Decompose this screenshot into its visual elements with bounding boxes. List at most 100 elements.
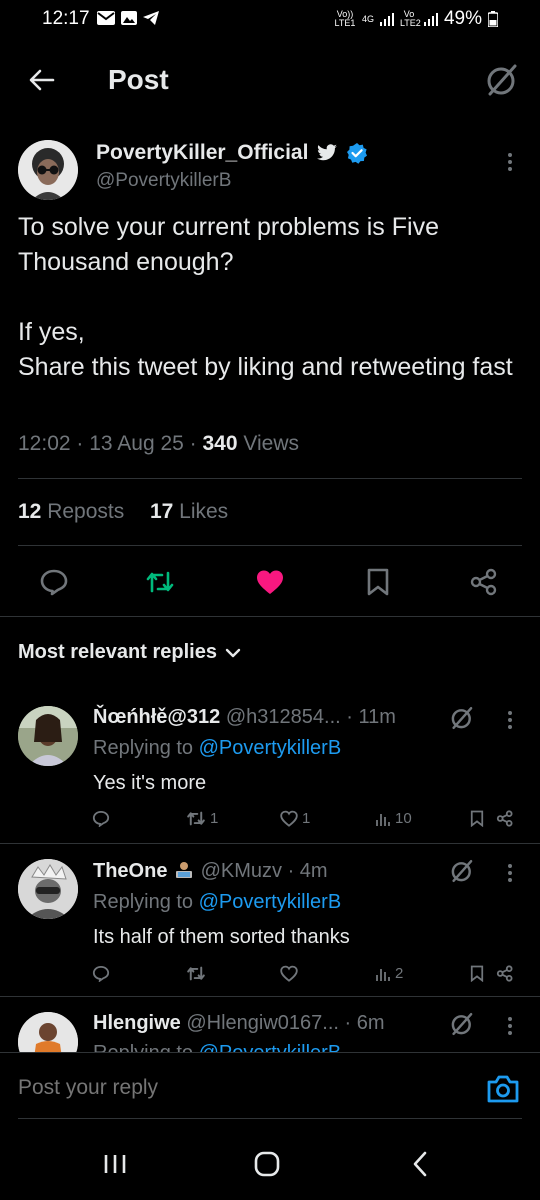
replying-to-link[interactable]: @PovertykillerB — [199, 1042, 342, 1052]
replying-to: Replying to @PovertykillerB — [93, 1042, 341, 1052]
reply-reply-button[interactable] — [92, 965, 110, 982]
share-icon — [496, 810, 513, 827]
reply-author-handle: @h312854... — [225, 706, 341, 728]
replying-prefix: Replying to — [93, 1042, 193, 1052]
divider — [0, 616, 540, 617]
bookmark-icon — [367, 568, 389, 596]
reply-avatar[interactable] — [18, 706, 78, 766]
top-app-bar: Post — [0, 48, 540, 112]
reply-header: Hlengiwe @Hlengiw0167... · 6m — [93, 1012, 385, 1035]
recent-apps-button[interactable] — [100, 1150, 130, 1178]
author-handle[interactable]: @PovertykillerB — [96, 170, 231, 192]
reply-avatar[interactable] — [18, 1012, 78, 1052]
reply-author-name[interactable]: Hlengiwe — [93, 1012, 181, 1034]
reply-author-name[interactable]: Ňœńhłě@312 — [93, 706, 220, 728]
tweet-stats: 12 Reposts 17 Likes — [18, 500, 228, 524]
reply-author-name[interactable]: TheOne — [93, 860, 167, 882]
reply-views-count: 2 — [395, 965, 404, 982]
grok-icon[interactable] — [448, 1010, 476, 1038]
divider — [0, 843, 540, 844]
gallery-icon — [121, 11, 137, 25]
reply-like-button[interactable]: 1 — [280, 810, 310, 827]
likes-label: Likes — [179, 500, 229, 523]
replies-section-title: Most relevant replies — [18, 641, 217, 663]
avatar-photo — [18, 1012, 78, 1052]
tweet-more-button[interactable] — [500, 150, 520, 174]
grok-icon — [487, 64, 517, 96]
grok-icon[interactable] — [448, 704, 476, 732]
reply-button[interactable] — [38, 566, 70, 598]
home-button[interactable] — [252, 1150, 282, 1178]
home-icon — [254, 1151, 280, 1177]
retweet-button[interactable] — [144, 566, 176, 598]
likes-count: 17 — [149, 500, 174, 523]
reply-header: TheOne @KMuzv · 4m — [93, 860, 328, 883]
reply-share-button[interactable] — [496, 810, 514, 827]
reply-bookmark-button[interactable] — [470, 810, 484, 827]
like-button[interactable] — [254, 566, 286, 598]
avatar-photo — [18, 859, 78, 919]
reply-item[interactable]: Ňœńhłě@312 @h312854... · 11m Replying to… — [0, 690, 540, 840]
back-button[interactable] — [22, 60, 62, 100]
grok-icon[interactable] — [448, 857, 476, 885]
reply-more-button[interactable] — [500, 1014, 520, 1038]
reply-time: · 11m — [346, 706, 396, 728]
replying-to: Replying to @PovertykillerB — [93, 737, 341, 760]
reply-more-button[interactable] — [500, 861, 520, 885]
heart-filled-icon — [257, 570, 283, 594]
verified-badge-icon — [347, 143, 368, 164]
reply-text: Its half of them sorted thanks — [93, 926, 350, 948]
reply-composer — [0, 1052, 540, 1124]
volte-lte1-label: Vo)) LTE1 — [334, 9, 356, 28]
reply-avatar[interactable] — [18, 859, 78, 919]
reply-input[interactable] — [18, 1076, 438, 1100]
likes-stat[interactable]: 17 Likes — [150, 500, 228, 523]
reply-retweet-button[interactable] — [186, 965, 210, 982]
system-nav-bar — [0, 1124, 540, 1200]
heart-icon — [280, 965, 298, 982]
share-icon — [470, 568, 497, 596]
recent-apps-icon — [104, 1155, 126, 1173]
retweet-icon — [187, 966, 205, 981]
tweet-time: 12:02 — [18, 432, 71, 455]
camera-button[interactable] — [486, 1074, 520, 1104]
reply-icon — [40, 569, 68, 596]
reply-author-handle: @Hlengiw0167... — [186, 1012, 339, 1034]
signal-icon-2 — [423, 13, 438, 26]
reply-share-button[interactable] — [496, 965, 514, 982]
grok-button[interactable] — [482, 60, 522, 100]
reply-item[interactable]: TheOne @KMuzv · 4m Replying to @Povertyk… — [0, 845, 540, 995]
divider — [0, 996, 540, 997]
notification-icons — [96, 10, 160, 26]
reply-views[interactable]: 2 — [375, 965, 403, 982]
reply-reply-button[interactable] — [92, 810, 110, 827]
author-name[interactable]: PovertyKiller_Official — [96, 141, 368, 165]
technologist-emoji-icon — [173, 861, 195, 879]
reply-more-button[interactable] — [500, 708, 520, 732]
reply-bookmark-button[interactable] — [470, 965, 484, 982]
reply-views[interactable]: 10 — [375, 810, 412, 827]
reply-like-button[interactable] — [280, 965, 302, 982]
tweet-meta: 12:02 · 13 Aug 25 · 340 Views — [18, 432, 300, 455]
analytics-icon — [376, 813, 390, 826]
share-button[interactable] — [468, 566, 500, 598]
reply-item[interactable]: Hlengiwe @Hlengiw0167... · 6m Replying t… — [0, 998, 540, 1052]
reposts-stat[interactable]: 12 Reposts — [18, 500, 124, 523]
replying-to-link[interactable]: @PovertykillerB — [199, 737, 342, 759]
author-name-text: PovertyKiller_Official — [96, 141, 309, 164]
tweet-text: To solve your current problems is Five T… — [18, 213, 513, 381]
replying-to-link[interactable]: @PovertykillerB — [199, 891, 342, 913]
signal-icon — [379, 13, 394, 26]
replies-sort-toggle[interactable]: Most relevant replies — [18, 641, 241, 664]
camera-icon — [487, 1075, 519, 1103]
status-time: 12:17 — [42, 8, 90, 29]
mail-icon — [97, 11, 115, 25]
divider — [18, 478, 522, 479]
chevron-left-icon — [413, 1151, 427, 1177]
bookmark-button[interactable] — [362, 566, 394, 598]
twitter-bird-icon — [317, 144, 338, 161]
reply-retweet-button[interactable]: 1 — [186, 810, 218, 827]
system-back-button[interactable] — [406, 1150, 436, 1178]
reply-icon — [92, 965, 110, 982]
author-avatar[interactable] — [18, 140, 78, 200]
